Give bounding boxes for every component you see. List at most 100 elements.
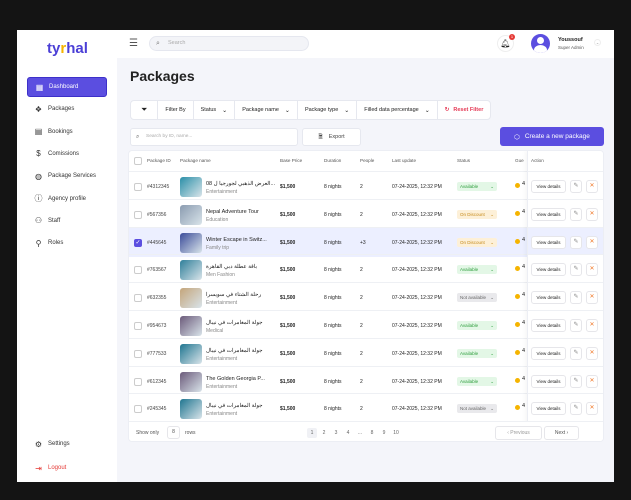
status-dropdown[interactable]: Available ⌄ [457,182,497,191]
package-type-filter[interactable]: Package type ⌄ [298,101,358,119]
user-menu-chevron-icon[interactable]: ⌄ [594,39,601,46]
select-all-checkbox[interactable] [134,157,142,165]
package-category: Entertainment [206,355,238,362]
sidebar-item-roles[interactable]: ⚲ Roles [27,233,107,253]
row-checkbox[interactable] [134,183,142,191]
notification-button[interactable]: 🔔︎ 1 [497,34,515,52]
row-checkbox[interactable] [134,349,142,358]
row-checkbox[interactable] [134,294,142,303]
view-details-button[interactable]: View details [531,263,566,277]
delete-icon[interactable]: ✕ [586,374,598,388]
sidebar-item-logout[interactable]: ⇥ Logout [27,458,107,478]
view-details-button[interactable]: View details [531,207,566,221]
row-checkbox[interactable] [134,322,142,330]
edit-icon[interactable]: ✎ [570,235,582,249]
edit-icon[interactable]: ✎ [570,374,582,388]
delete-icon[interactable]: ✕ [586,235,598,249]
sidebar-item-comissions[interactable]: $ Comissions [27,144,107,164]
sidebar-item-agency-profile[interactable]: ⓘ Agency profile [27,189,107,209]
package-name-filter-label: Package name [242,107,279,113]
avatar[interactable] [531,34,550,53]
sidebar-item-dashboard[interactable]: ▦ Dashboard [27,77,107,97]
package-name[interactable]: رحلة الشتاء في سويسرا [206,292,261,298]
row-checkbox[interactable] [134,266,142,275]
sidebar-item-settings[interactable]: ⚙ Settings [27,434,107,454]
delete-icon[interactable]: ✕ [586,346,598,360]
edit-icon[interactable]: ✎ [570,319,582,332]
package-name[interactable]: العرض الذهبي لجورجيا ل 08... [206,181,275,187]
page-button[interactable]: 8 [367,428,377,438]
sidebar-item-bookings[interactable]: ▤ Bookings [27,122,107,142]
sidebar: tyrhal ▦ Dashboard ❖ Packages ▤ Bookings $ Comi… [17,30,117,482]
row-checkbox[interactable] [134,405,142,414]
status-dropdown[interactable]: Available ⌄ [457,321,497,330]
sidebar-item-staff[interactable]: ⚇ Staff [27,211,107,231]
edit-icon[interactable]: ✎ [570,402,582,416]
sidebar-item-label: Packages [48,106,75,113]
package-name[interactable]: باقة عطلة دبي القاهرة [206,264,257,270]
people: 2 [360,350,363,357]
row-checkbox[interactable] [134,210,142,219]
delete-icon[interactable]: ✕ [586,263,598,277]
edit-icon[interactable]: ✎ [570,346,582,360]
package-name[interactable]: The Golden Georgia P... [206,376,265,382]
status-dropdown[interactable]: Not available ⌄ [457,404,497,414]
edit-icon[interactable]: ✎ [570,180,582,193]
page-button[interactable]: 9 [379,428,389,438]
delete-icon[interactable]: ✕ [586,319,598,332]
page-button[interactable]: 3 [331,428,341,438]
view-details-button[interactable]: View details [531,291,566,305]
page-button[interactable]: 10 [391,428,401,438]
delete-icon[interactable]: ✕ [586,207,598,221]
filled-data-filter[interactable]: Filled data percentage ⌄ [357,101,438,119]
base-price: $1,500 [280,350,296,357]
edit-icon[interactable]: ✎ [570,207,582,221]
package-thumbnail [180,204,202,225]
package-name[interactable]: Nepal Adventure Tour [206,209,259,215]
status-dropdown[interactable]: Available ⌄ [457,376,497,386]
delete-icon[interactable]: ✕ [586,180,598,193]
status-dropdown[interactable]: Available ⌄ [457,265,497,275]
chevron-down-icon: ⌄ [222,107,228,114]
sidebar-item-packages[interactable]: ❖ Packages [27,99,107,119]
table-search-input[interactable]: ⌕ Search by ID, name... [130,128,298,146]
sidebar-item-package-services[interactable]: ◍ Package Services [27,166,107,186]
base-price: $1,500 [280,295,296,302]
delete-icon[interactable]: ✕ [586,402,598,416]
page-button[interactable]: 2 [319,428,329,438]
menu-icon[interactable]: ☰ [129,38,138,49]
package-name[interactable]: جولة المغامرات في نيبال [206,403,263,409]
view-details-button[interactable]: View details [531,374,566,388]
export-button[interactable]: 🗎︎ Export [302,128,361,146]
delete-icon[interactable]: ✕ [586,291,598,305]
previous-button[interactable]: ‹ Previous [495,426,542,440]
reset-filter-button[interactable]: ↻ Reset Filter [438,101,491,119]
edit-icon[interactable]: ✎ [570,263,582,277]
view-details-button[interactable]: View details [531,235,566,249]
status-dropdown[interactable]: On Discount ⌄ [457,237,497,247]
status-dropdown[interactable]: On Discount ⌄ [457,209,497,219]
view-details-button[interactable]: View details [531,180,566,193]
create-package-button[interactable]: ⬡ Create a new package [500,127,604,146]
status-filter[interactable]: Status ⌄ [194,101,236,119]
package-name[interactable]: جولة المغامرات في نيبال [206,348,263,354]
package-id: #763567 [147,267,167,274]
page-button[interactable]: 4 [343,428,353,438]
next-button[interactable]: Next › [544,426,579,440]
row-checkbox[interactable] [134,377,142,386]
package-name-filter[interactable]: Package name ⌄ [235,101,298,119]
status-dropdown[interactable]: Available ⌄ [457,348,497,358]
page-button[interactable]: 1 [307,428,317,438]
star-icon [515,377,520,383]
package-name[interactable]: Winter Escape in Switz... [206,237,267,243]
chevron-right-icon: › [565,430,569,436]
row-checkbox[interactable]: ✓ [134,238,142,247]
package-name[interactable]: جولة المغامرات في نيبال [206,320,263,326]
view-details-button[interactable]: View details [531,319,566,332]
view-details-button[interactable]: View details [531,346,566,360]
rows-per-page-input[interactable]: 8 [167,426,180,439]
search-input[interactable]: ⌕ Search [149,36,309,51]
edit-icon[interactable]: ✎ [570,291,582,305]
status-dropdown[interactable]: Not available ⌄ [457,293,497,303]
view-details-button[interactable]: View details [531,402,566,416]
